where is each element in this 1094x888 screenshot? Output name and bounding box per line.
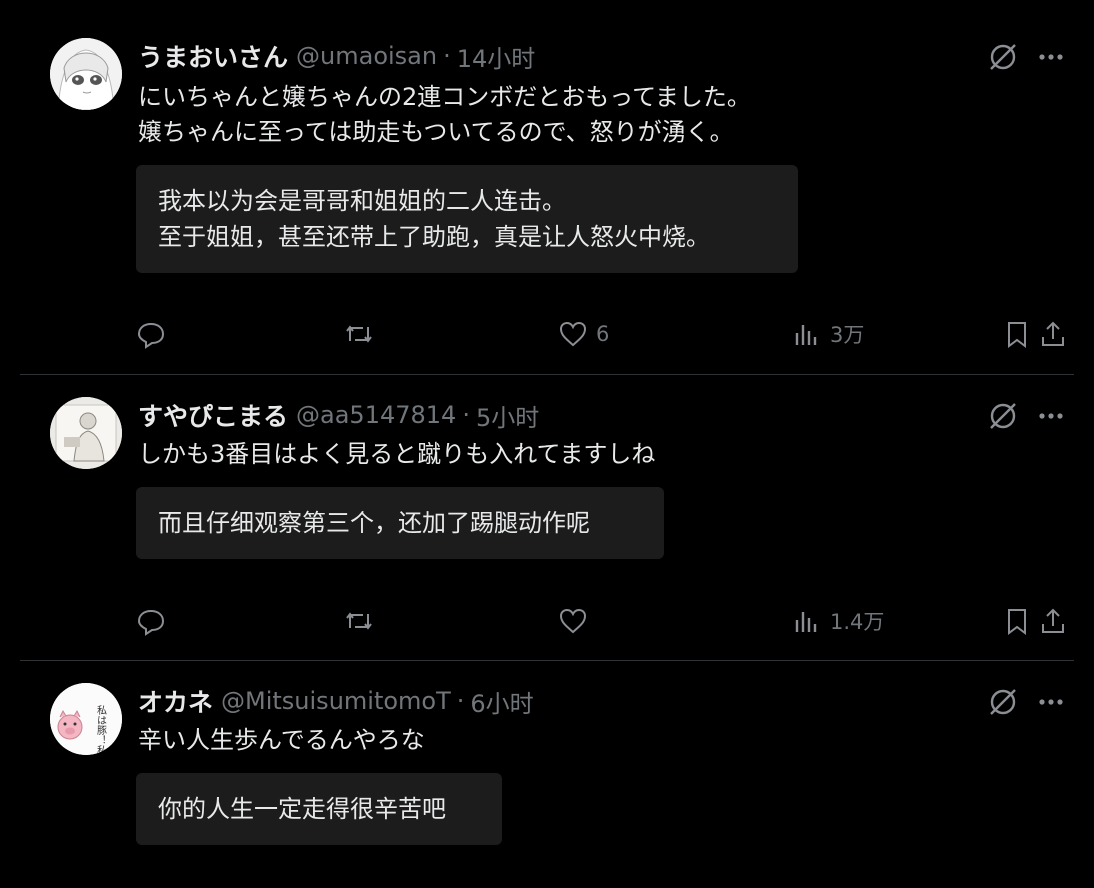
reply-icon (137, 322, 165, 349)
share-button[interactable] (1038, 601, 1068, 641)
bookmark-button[interactable] (1002, 601, 1032, 641)
views-button[interactable]: 3万 (792, 314, 864, 354)
translation-box: 而且仔细观察第三个，还加了踢腿动作呢 (136, 487, 664, 559)
like-button[interactable]: 6 (558, 314, 609, 354)
tweet-actions: 6 3万 (136, 314, 1068, 354)
tweet-text: 辛い人生歩んでるんやろな (138, 723, 425, 758)
translation-box: 你的人生一定走得很辛苦吧 (136, 773, 502, 845)
tweet-text-line: にいちゃんと嬢ちゃんの2連コンボだとおもってました。 (138, 83, 751, 111)
tweet-3[interactable]: 私は豚！私は豚！ オカネ @MitsuisumitomoT · 6小时 辛い人生… (20, 661, 1074, 888)
user-handle[interactable]: @umaoisan (296, 42, 437, 70)
display-name[interactable]: すやぴこまる (138, 397, 288, 433)
tweet-text: にいちゃんと嬢ちゃんの2連コンボだとおもってました。 嬢ちゃんに至っては助走もつ… (138, 80, 751, 150)
reply-button[interactable] (136, 314, 166, 354)
user-handle[interactable]: @MitsuisumitomoT (221, 687, 451, 715)
display-name[interactable]: オカネ (138, 683, 213, 719)
more-icon[interactable] (1034, 40, 1068, 74)
translation-line: 而且仔细观察第三个，还加了踢腿动作呢 (158, 509, 590, 537)
like-button[interactable] (558, 601, 588, 641)
avatar[interactable]: 私は豚！私は豚！ (50, 683, 122, 755)
share-icon (1042, 321, 1064, 346)
like-count: 6 (596, 322, 610, 346)
views-icon (795, 612, 817, 632)
retweet-button[interactable] (344, 601, 374, 641)
timestamp[interactable]: 6小时 (470, 684, 533, 719)
view-count: 1.4万 (830, 610, 885, 634)
reply-icon (137, 609, 165, 636)
translation-line: 你的人生一定走得很辛苦吧 (158, 795, 446, 823)
translation-line: 我本以为会是哥哥和姐姐的二人连击。 (158, 187, 566, 215)
user-handle[interactable]: @aa5147814 (296, 401, 456, 429)
heart-icon (559, 321, 587, 347)
share-icon (1042, 608, 1064, 633)
tweet-text-line: 辛い人生歩んでるんやろな (138, 726, 425, 754)
tweet-text-line: 嬢ちゃんに至っては助走もついてるので、怒りが湧く。 (138, 118, 734, 146)
timestamp[interactable]: 14小时 (457, 39, 536, 74)
tweet-text: しかも3番目はよく見ると蹴りも入れてますしね (138, 437, 655, 472)
bookmark-icon (1008, 609, 1026, 635)
separator: · (456, 687, 465, 715)
retweet-icon (346, 612, 372, 630)
display-name[interactable]: うまおいさん (138, 38, 288, 74)
bookmark-icon (1008, 322, 1026, 348)
retweet-icon (346, 325, 372, 343)
bookmark-button[interactable] (1002, 314, 1032, 354)
view-count: 3万 (830, 323, 865, 347)
avatar[interactable] (50, 38, 122, 110)
translation-line: 至于姐姐，甚至还带上了助跑，真是让人怒火中烧。 (158, 223, 710, 251)
tweet-1[interactable]: うまおいさん @umaoisan · 14小时 にいちゃんと嬢ちゃんの2連コンボ… (20, 0, 1074, 374)
heart-icon (559, 608, 587, 634)
avatar[interactable] (50, 397, 122, 469)
views-icon (795, 325, 817, 345)
grok-icon[interactable] (986, 685, 1020, 719)
tweet-actions: 1.4万 (136, 601, 1068, 641)
tweet-2[interactable]: すやぴこまる @aa5147814 · 5小时 しかも3番目はよく見ると蹴りも入… (20, 375, 1074, 660)
avatar-lettering: 私は豚！私は豚！ (95, 705, 107, 755)
translation-box: 我本以为会是哥哥和姐姐的二人连击。 至于姐姐，甚至还带上了助跑，真是让人怒火中烧… (136, 165, 798, 273)
share-button[interactable] (1038, 314, 1068, 354)
more-icon[interactable] (1034, 685, 1068, 719)
tweet-text-line: しかも3番目はよく見ると蹴りも入れてますしね (138, 440, 656, 468)
separator: · (462, 401, 470, 429)
retweet-button[interactable] (344, 314, 374, 354)
separator: · (443, 42, 451, 70)
views-button[interactable]: 1.4万 (792, 601, 884, 641)
timeline: うまおいさん @umaoisan · 14小时 にいちゃんと嬢ちゃんの2連コンボ… (20, 0, 1074, 888)
grok-icon[interactable] (986, 399, 1020, 433)
grok-icon[interactable] (986, 40, 1020, 74)
reply-button[interactable] (136, 601, 166, 641)
timestamp[interactable]: 5小时 (476, 398, 539, 433)
more-icon[interactable] (1034, 399, 1068, 433)
